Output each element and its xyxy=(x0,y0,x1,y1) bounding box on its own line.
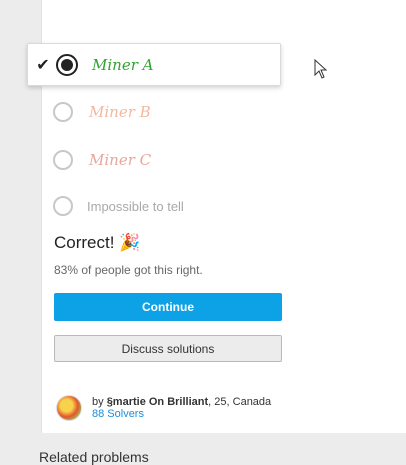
result-text: Correct! xyxy=(54,233,115,252)
option-label: Miner A xyxy=(92,55,154,74)
author-details: , 25, Canada xyxy=(208,396,272,408)
result-heading: Correct! 🎉 xyxy=(54,233,140,253)
author-prefix: by xyxy=(92,396,104,408)
option-miner-c[interactable]: Miner C xyxy=(53,140,283,180)
party-popper-icon: 🎉 xyxy=(119,233,141,252)
radio-unselected[interactable] xyxy=(53,196,73,216)
mouse-cursor-icon xyxy=(314,59,328,79)
option-impossible[interactable]: Impossible to tell xyxy=(53,186,283,226)
avatar[interactable] xyxy=(56,395,82,421)
discuss-solutions-button[interactable]: Discuss solutions xyxy=(54,335,282,362)
radio-unselected[interactable] xyxy=(53,150,73,170)
option-label: Miner C xyxy=(89,151,152,169)
option-miner-b[interactable]: Miner B xyxy=(53,92,283,132)
option-label: Miner B xyxy=(89,103,151,121)
option-miner-a[interactable]: ✔ Miner A xyxy=(27,43,281,86)
result-stat: 83% of people got this right. xyxy=(54,263,203,277)
continue-button[interactable]: Continue xyxy=(54,293,282,321)
solvers-link[interactable]: 88 Solvers xyxy=(92,408,271,420)
radio-selected[interactable] xyxy=(56,53,78,76)
radio-unselected[interactable] xyxy=(53,102,73,122)
author-info: by §martie On Brilliant, 25, Canada 88 S… xyxy=(56,395,271,421)
option-label: Impossible to tell xyxy=(87,198,184,214)
related-problems-heading: Related problems xyxy=(39,449,149,465)
checkmark-icon: ✔ xyxy=(36,56,50,74)
author-name-link[interactable]: §martie On Brilliant xyxy=(107,396,208,408)
author-text: by §martie On Brilliant, 25, Canada 88 S… xyxy=(92,396,271,420)
